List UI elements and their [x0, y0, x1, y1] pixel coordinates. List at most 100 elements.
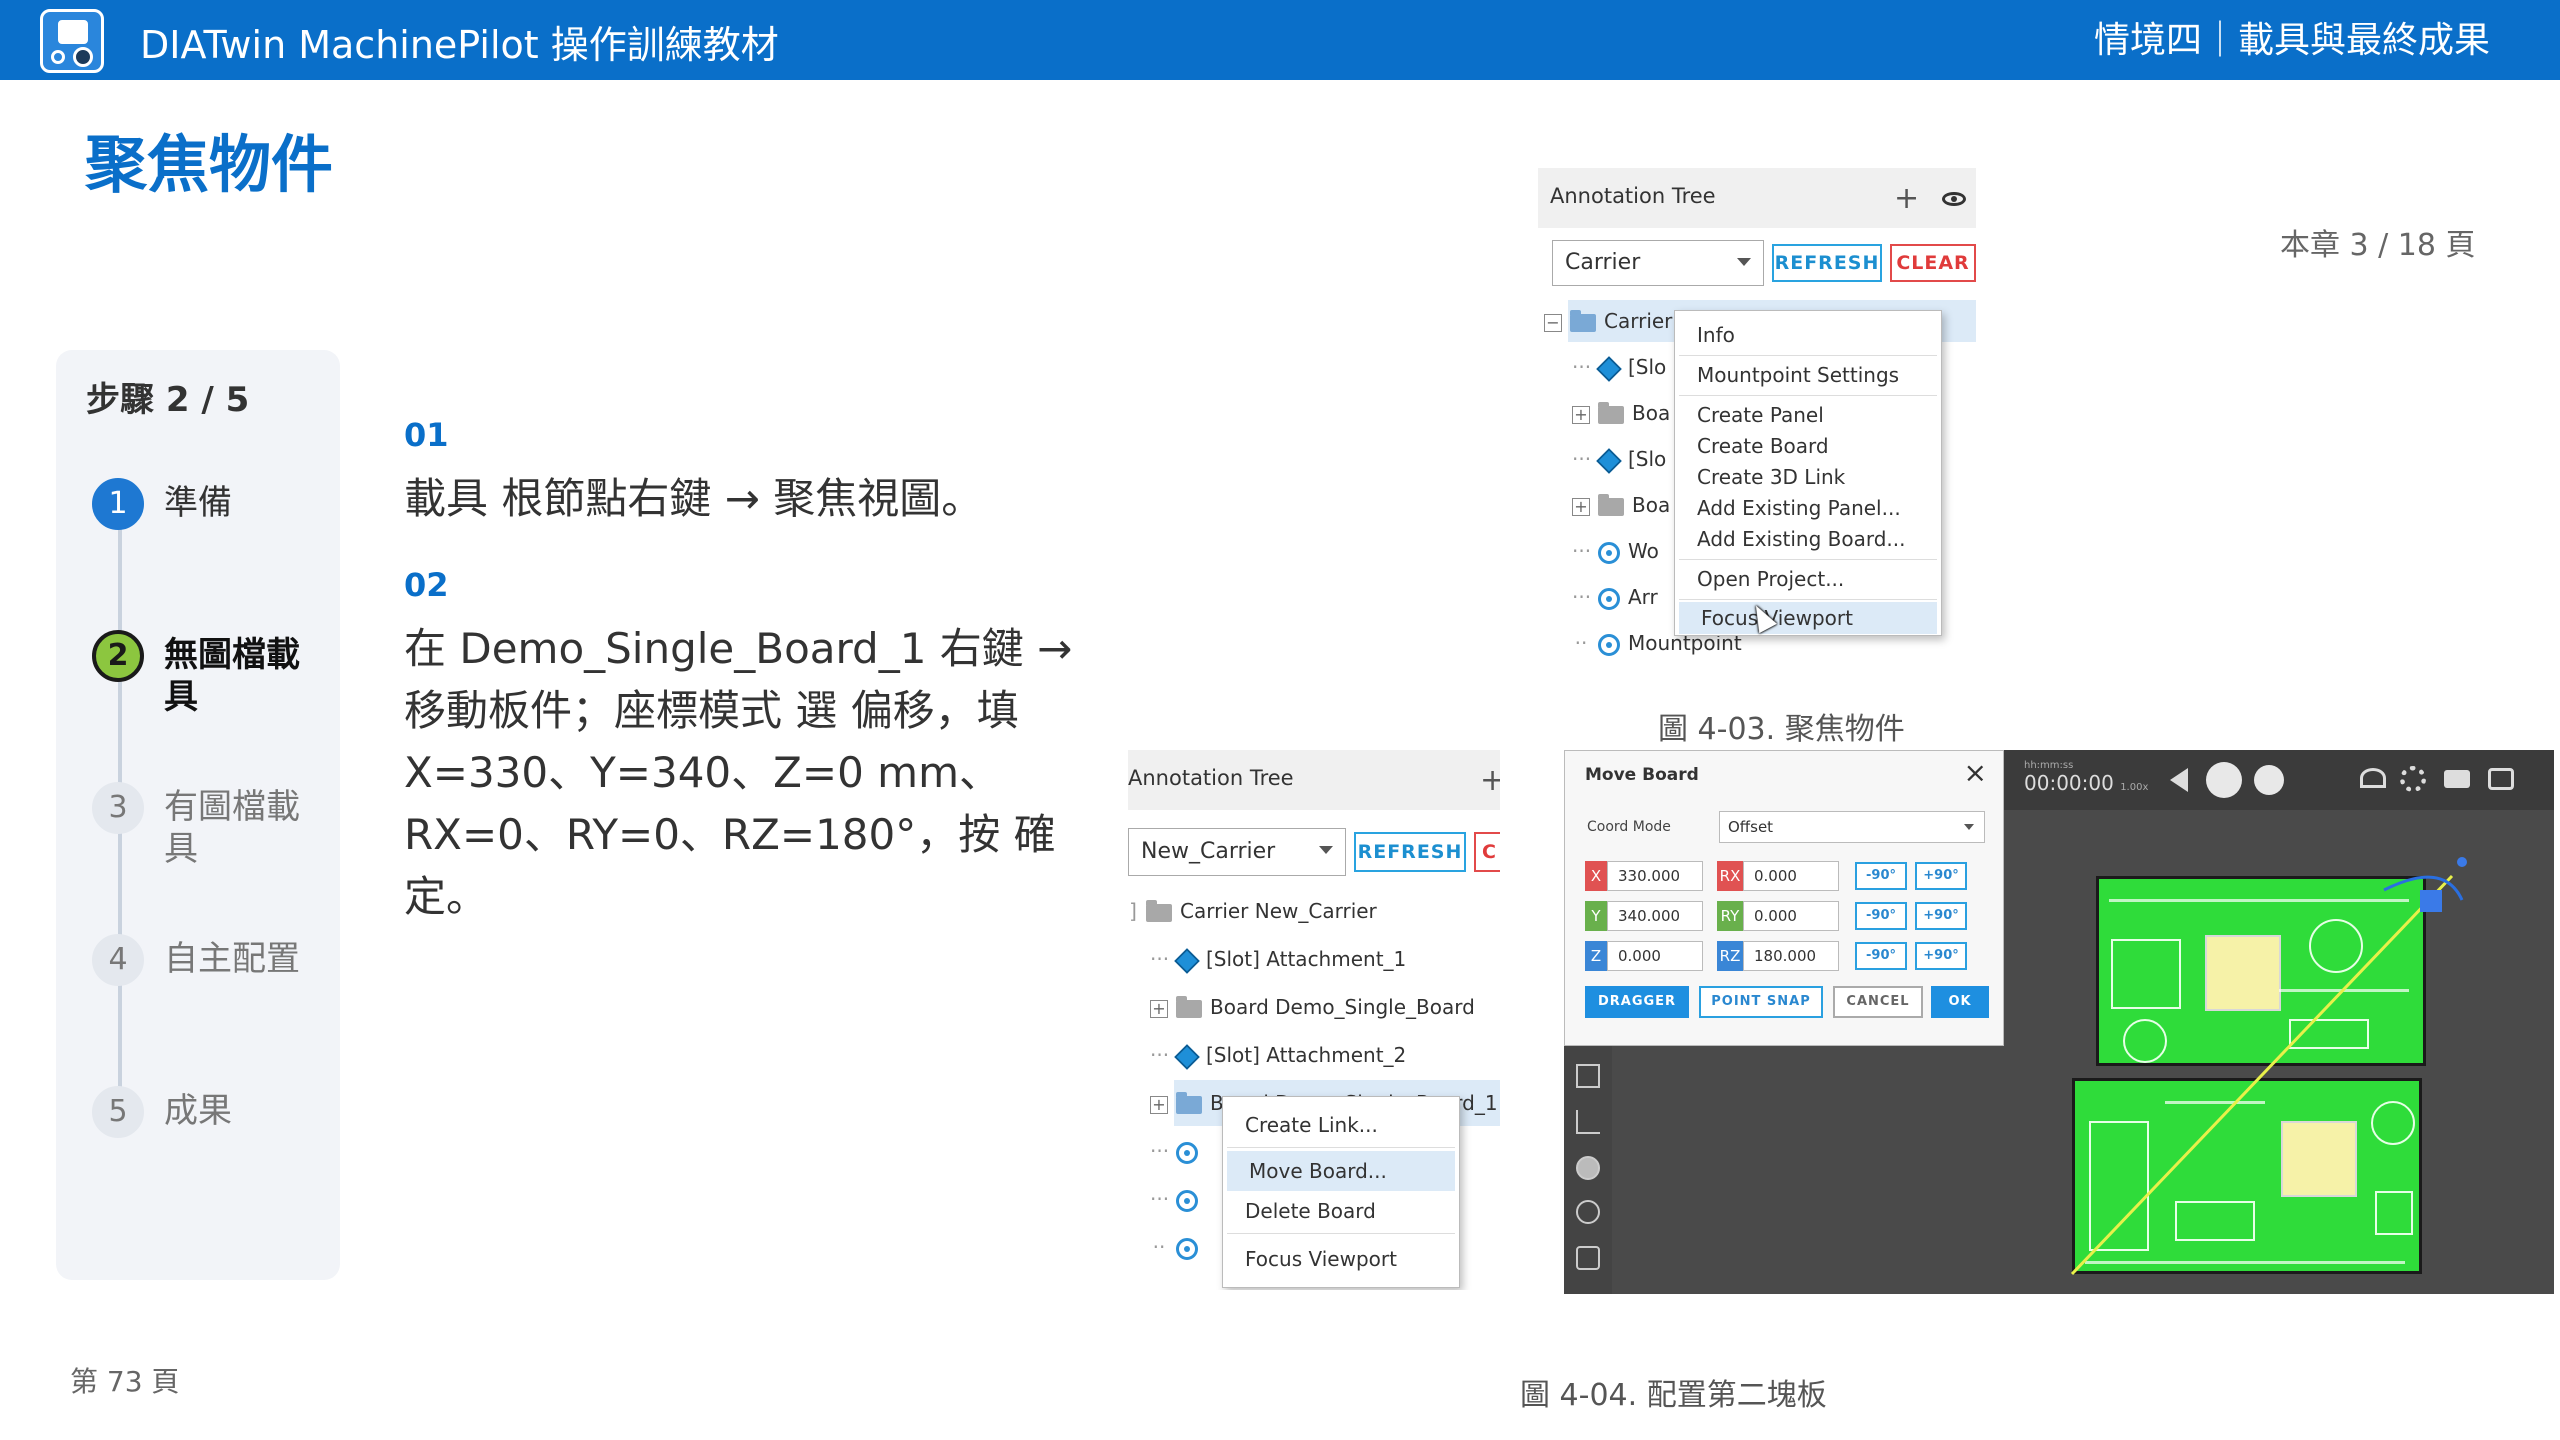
expand-icon[interactable]: +	[1572, 405, 1590, 424]
tree-connector: ···	[1150, 1139, 1170, 1163]
menu-item-focus-viewport[interactable]: Focus Viewport	[1679, 602, 1937, 634]
carrier-select[interactable]: Carrier	[1552, 240, 1764, 286]
tree-row[interactable]: ··· [Slo	[1572, 442, 1666, 476]
tree-connector: ···	[1150, 1043, 1170, 1067]
refresh-button[interactable]: REFRESH	[1354, 832, 1466, 872]
tree-connector: ···	[1572, 539, 1592, 563]
expand-icon[interactable]: +	[1150, 1095, 1168, 1114]
expand-icon[interactable]: +	[1572, 497, 1590, 516]
step-number: 5	[92, 1086, 144, 1138]
chevron-down-icon	[1964, 824, 1974, 830]
figure-caption: 圖 4-04. 配置第二塊板	[1520, 1378, 1827, 1413]
clear-button[interactable]: C	[1474, 832, 1500, 872]
tree-row[interactable]: ··· [Slot] Attachment_1	[1150, 942, 1406, 976]
chevron-down-icon	[1737, 258, 1751, 266]
menu-item-info[interactable]: Info	[1675, 319, 1941, 351]
tree-row-label: Board Demo_Single_Board	[1210, 995, 1475, 1019]
cancel-button[interactable]: CANCEL	[1833, 986, 1923, 1018]
app-title: DIATwin MachinePilot 操作訓練教材	[140, 23, 779, 67]
eye-icon[interactable]	[1942, 192, 1966, 206]
figure-caption: 圖 4-03. 聚焦物件	[1658, 712, 1905, 747]
coord-mode-select[interactable]: Offset	[1719, 811, 1985, 843]
annotation-tree-header: Annotation Tree +	[1128, 750, 1500, 810]
tree-row[interactable]: + Boa	[1572, 396, 1670, 430]
collapse-icon[interactable]: −	[1544, 313, 1562, 332]
step-label: 無圖檔載具	[164, 635, 300, 717]
annotation-tree-title: Annotation Tree	[1550, 184, 1716, 208]
3d-viewport[interactable]: hh:mm:ss 00:00:00 1.00x Move Board × Coo…	[1564, 750, 2554, 1294]
add-icon[interactable]: +	[1894, 184, 1919, 214]
rx-field[interactable]: 0.000	[1743, 861, 1839, 891]
mountpoint-icon	[1176, 1141, 1198, 1164]
menu-item-mountpoint-settings[interactable]: Mountpoint Settings	[1675, 359, 1941, 391]
tree-row[interactable]: ··· Arr	[1572, 580, 1658, 614]
coord-mode-value: Offset	[1728, 818, 1774, 836]
axis-ry-badge: RY	[1717, 901, 1743, 931]
close-icon[interactable]: ×	[1964, 759, 1987, 787]
x-field[interactable]: 330.000	[1607, 861, 1703, 891]
ry-plus-90-button[interactable]: +90°	[1915, 902, 1967, 930]
axis-rx-badge: RX	[1717, 861, 1743, 891]
select-value: Carrier	[1565, 250, 1641, 275]
menu-item-create-3d-link[interactable]: Create 3D Link	[1675, 461, 1941, 493]
tree-row[interactable]: − Carrier	[1544, 304, 1672, 338]
rz-minus-90-button[interactable]: -90°	[1855, 942, 1907, 970]
y-field[interactable]: 340.000	[1607, 901, 1703, 931]
tree-row-label: Wo	[1628, 539, 1659, 563]
menu-item-delete-board[interactable]: Delete Board	[1223, 1195, 1459, 1227]
carrier-select[interactable]: New_Carrier	[1128, 828, 1346, 876]
tree-row[interactable]: ···	[1150, 1134, 1206, 1168]
step-number: 3	[92, 782, 144, 834]
rz-field[interactable]: 180.000	[1743, 941, 1839, 971]
menu-item-open-project[interactable]: Open Project...	[1675, 563, 1941, 595]
folder-icon	[1598, 493, 1624, 516]
tree-row-label: [Slot] Attachment_1	[1206, 947, 1407, 971]
folder-icon	[1570, 309, 1596, 332]
menu-separator	[1679, 395, 1937, 396]
mountpoint-icon	[1176, 1237, 1198, 1260]
step-number: 1	[92, 478, 144, 530]
expand-icon[interactable]: +	[1150, 999, 1168, 1018]
ry-minus-90-button[interactable]: -90°	[1855, 902, 1907, 930]
mountpoint-icon	[1598, 541, 1620, 564]
menu-item-move-board[interactable]: Move Board...	[1227, 1151, 1455, 1191]
tree-row[interactable]: + Boa	[1572, 488, 1670, 522]
menu-item-create-board[interactable]: Create Board	[1675, 430, 1941, 462]
annotation-tree-header: Annotation Tree +	[1538, 168, 1976, 228]
tree-row[interactable]: ··· [Slo	[1572, 350, 1666, 384]
z-field[interactable]: 0.000	[1607, 941, 1703, 971]
tree-connector: ··	[1574, 631, 1588, 655]
tree-row[interactable]: ···	[1150, 1182, 1206, 1216]
tree-row[interactable]: ··	[1150, 1230, 1206, 1264]
tree-row[interactable]: + Board Demo_Single_Board	[1150, 990, 1475, 1024]
folder-icon	[1176, 1091, 1202, 1114]
ry-field[interactable]: 0.000	[1743, 901, 1839, 931]
refresh-button[interactable]: REFRESH	[1772, 244, 1882, 282]
add-icon[interactable]: +	[1480, 766, 1500, 796]
slot-cube-icon	[1596, 447, 1622, 474]
menu-item-add-existing-board[interactable]: Add Existing Board...	[1675, 523, 1941, 555]
step-label: 成果	[164, 1091, 232, 1131]
ok-button[interactable]: OK	[1931, 986, 1989, 1018]
coord-mode-label: Coord Mode	[1587, 819, 1671, 835]
menu-item-create-link[interactable]: Create Link...	[1223, 1109, 1459, 1141]
tree-connector: ···	[1150, 1187, 1170, 1211]
point-snap-button[interactable]: POINT SNAP	[1699, 986, 1823, 1018]
dragger-button[interactable]: DRAGGER	[1585, 986, 1689, 1018]
tree-row[interactable]: ··· [Slot] Attachment_2	[1150, 1038, 1406, 1072]
annotation-tree-title: Annotation Tree	[1128, 766, 1294, 790]
menu-item-create-panel[interactable]: Create Panel	[1675, 399, 1941, 431]
menu-item-add-existing-panel[interactable]: Add Existing Panel...	[1675, 492, 1941, 524]
rx-minus-90-button[interactable]: -90°	[1855, 862, 1907, 890]
rz-plus-90-button[interactable]: +90°	[1915, 942, 1967, 970]
folder-icon	[1146, 899, 1172, 922]
clear-button[interactable]: CLEAR	[1890, 244, 1976, 282]
menu-item-focus-viewport[interactable]: Focus Viewport	[1223, 1243, 1459, 1275]
tree-row-label: Arr	[1628, 585, 1658, 609]
tree-row[interactable]: ··· Wo	[1572, 534, 1659, 568]
tree-row-label: Boa	[1632, 493, 1671, 517]
tree-row[interactable]: ] Carrier New_Carrier	[1128, 894, 1377, 928]
tree-connector: ···	[1150, 947, 1170, 971]
rx-plus-90-button[interactable]: +90°	[1915, 862, 1967, 890]
tree-connector: ]	[1129, 899, 1137, 923]
